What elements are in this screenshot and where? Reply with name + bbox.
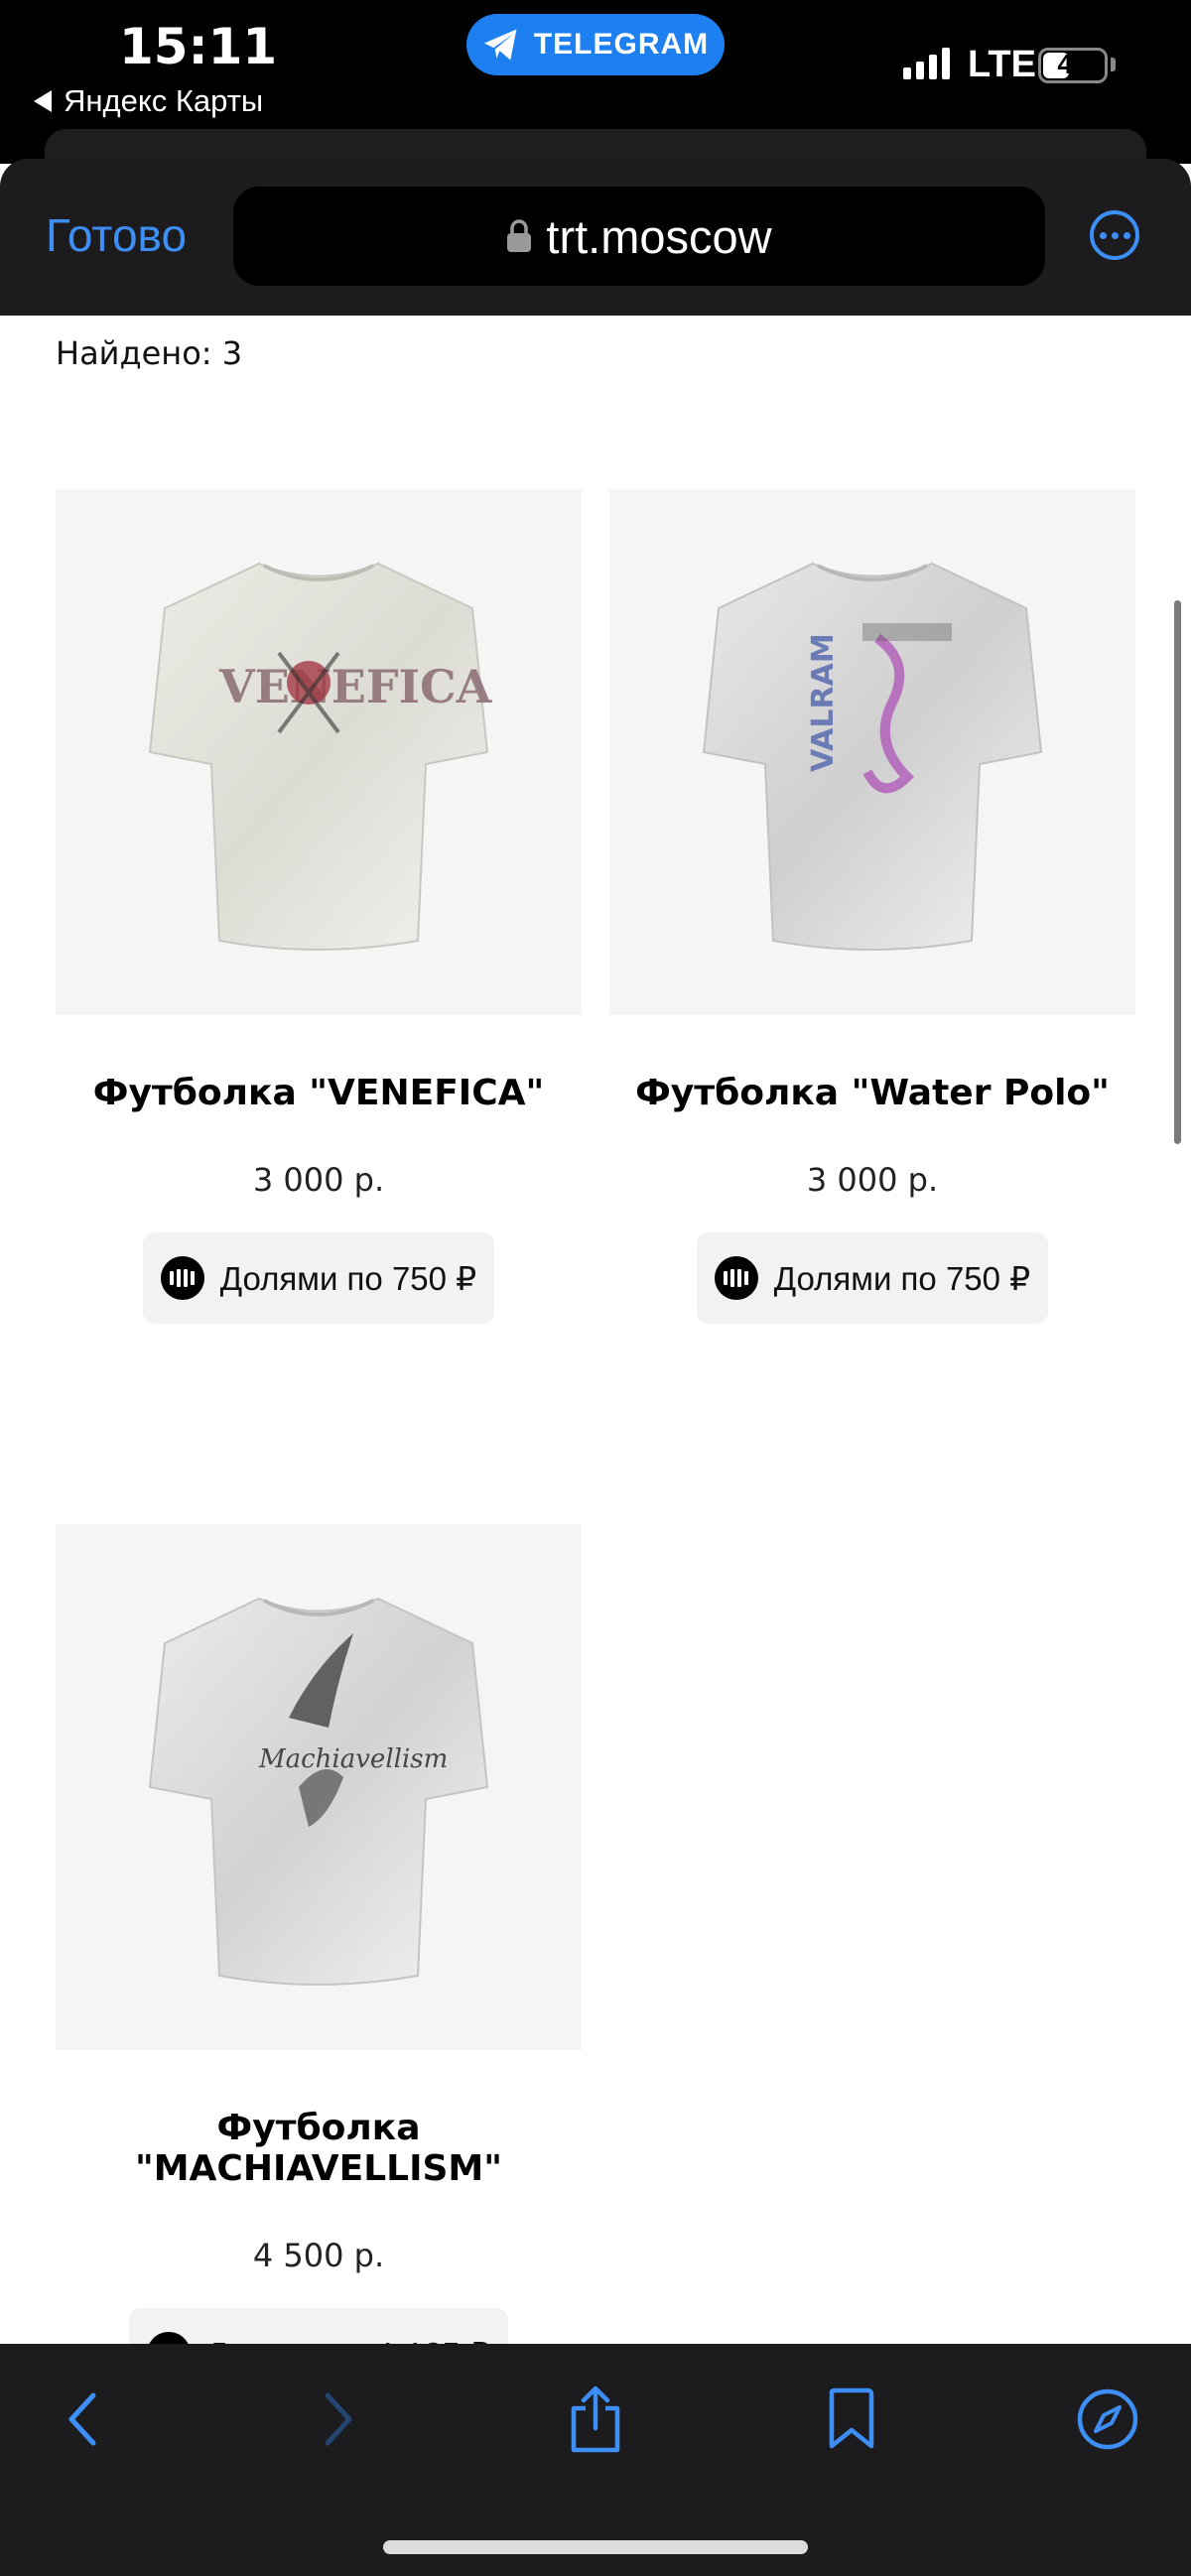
dolyami-icon xyxy=(714,1256,758,1300)
compass-icon[interactable] xyxy=(1068,2380,1147,2459)
tshirt-image: Machiavellism xyxy=(148,1597,489,1986)
svg-text:Machiavellism: Machiavellism xyxy=(258,1744,448,1774)
status-time: 15:11 xyxy=(119,18,278,75)
browser-bottom-toolbar xyxy=(0,2344,1191,2576)
product-price: 3 000 р. xyxy=(806,1161,939,1199)
done-button[interactable]: Готово xyxy=(46,208,187,262)
back-app-label: Яндекс Карты xyxy=(64,83,264,118)
installment-button[interactable]: Долями по 750 ₽ xyxy=(142,1232,495,1324)
product-price: 4 500 р. xyxy=(252,2237,385,2274)
svg-text:VALRAM: VALRAM xyxy=(806,633,841,772)
product-image[interactable]: VALRAM xyxy=(609,489,1135,1015)
network-type: LTE xyxy=(968,44,1036,85)
scrollbar[interactable] xyxy=(1174,600,1181,1144)
product-title[interactable]: Футболка "Water Polo" xyxy=(609,1073,1135,1113)
back-icon[interactable] xyxy=(44,2380,123,2459)
product-card[interactable]: VALRAM Футболка "Water Polo" 3 000 р. До… xyxy=(609,489,1135,1324)
bookmarks-icon[interactable] xyxy=(812,2380,891,2459)
home-indicator[interactable] xyxy=(383,2540,808,2554)
results-count: Найдено: 3 xyxy=(56,334,243,372)
battery-icon: 44 xyxy=(1038,48,1108,83)
lock-icon xyxy=(507,219,532,252)
svg-text:VENEFICA: VENEFICA xyxy=(218,660,493,713)
browser-top-bar: Готово trt.moscow xyxy=(0,159,1191,316)
product-card[interactable]: Machiavellism Футболка "MACHIAVELLISM" 4… xyxy=(56,1524,582,2399)
telegram-label: TELEGRAM xyxy=(533,28,710,61)
signal-bars-icon xyxy=(903,48,950,79)
tshirt-image: VENEFICA xyxy=(148,562,493,951)
installment-label: Долями по 750 ₽ xyxy=(219,1259,477,1297)
product-title[interactable]: Футболка "VENEFICA" xyxy=(56,1073,582,1113)
share-icon[interactable] xyxy=(556,2380,635,2459)
product-image[interactable]: VENEFICA xyxy=(56,489,582,1015)
telegram-icon xyxy=(483,29,517,61)
dolyami-icon xyxy=(160,1256,204,1300)
more-options-icon[interactable] xyxy=(1090,210,1139,260)
back-triangle-icon xyxy=(34,90,52,112)
battery-percent: 44 xyxy=(1057,49,1089,79)
tshirt-image: VALRAM xyxy=(702,562,1043,951)
forward-icon[interactable] xyxy=(298,2380,377,2459)
installment-button[interactable]: Долями по 750 ₽ xyxy=(696,1232,1049,1324)
url-text: trt.moscow xyxy=(546,209,772,263)
back-to-app-link[interactable]: Яндекс Карты xyxy=(34,83,263,119)
product-price: 3 000 р. xyxy=(252,1161,385,1199)
installment-label: Долями по 750 ₽ xyxy=(773,1259,1031,1297)
product-card[interactable]: VENEFICA Футболка "VENEFICA" 3 000 р. До… xyxy=(56,489,582,1324)
battery-tip xyxy=(1111,58,1116,71)
telegram-pill[interactable]: TELEGRAM xyxy=(466,14,725,75)
address-bar[interactable]: trt.moscow xyxy=(233,187,1045,286)
product-image[interactable]: Machiavellism xyxy=(56,1524,582,2050)
product-title[interactable]: Футболка "MACHIAVELLISM" xyxy=(56,2108,582,2189)
